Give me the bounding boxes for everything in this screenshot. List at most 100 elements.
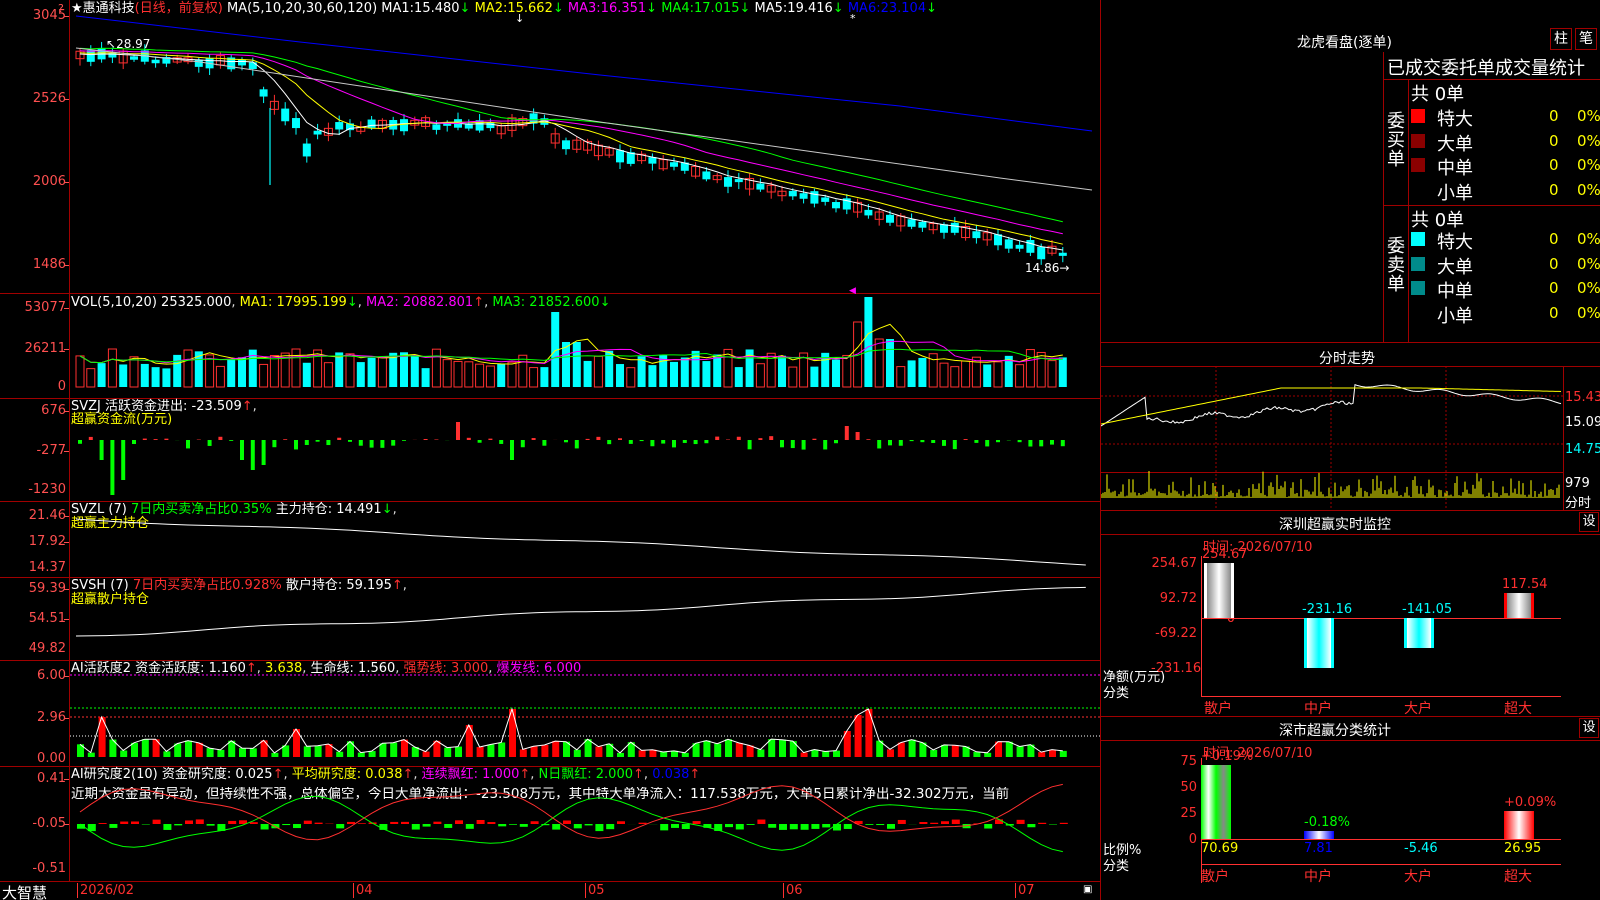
- activity-bar: [390, 742, 398, 757]
- monitor-bar[interactable]: [1404, 618, 1434, 649]
- class-bar[interactable]: [1304, 830, 1334, 839]
- monitor-category: 大户: [1404, 701, 1432, 717]
- volume-chart[interactable]: [0, 294, 1100, 399]
- research-bar: [789, 824, 798, 830]
- order-color-icon: [1411, 158, 1425, 172]
- svzj-chart[interactable]: [0, 399, 1100, 502]
- ma-line: [75, 47, 1093, 191]
- flow-bar: [650, 440, 655, 447]
- volume-panel[interactable]: 53077 26211 0 VOL(5,10,20) 25325.000, MA…: [0, 294, 1100, 399]
- tab-tick[interactable]: 笔: [1575, 28, 1597, 50]
- intraday-chart[interactable]: [1101, 366, 1563, 510]
- volume-bar: [431, 348, 441, 388]
- candle: [335, 122, 344, 130]
- high-price-mark: ↖28.97: [106, 37, 151, 51]
- lock-icon[interactable]: ▣: [1083, 884, 1092, 895]
- research-bar: [120, 821, 129, 824]
- order-row: 大单 0 0%: [1411, 253, 1600, 278]
- monitor-settings-button[interactable]: 设: [1579, 512, 1599, 532]
- flow-bar: [801, 440, 806, 450]
- monitor-bar[interactable]: [1504, 592, 1534, 618]
- class-settings-button[interactable]: 设: [1579, 718, 1599, 738]
- candle: [918, 221, 927, 228]
- research-bar: [725, 824, 733, 828]
- tab-bar-chart[interactable]: 柱: [1550, 28, 1572, 50]
- volume-bar: [993, 361, 1003, 388]
- research-bar: [98, 823, 107, 824]
- class-chart[interactable]: 75 50 25 0 比例% 分类 +0.19% 70.69 散户 -0.18% 7.81 中户 -5.…: [1101, 740, 1600, 900]
- activity-bar: [476, 747, 484, 757]
- class-axis-label: 75: [1180, 754, 1197, 769]
- activity-bar: [530, 746, 538, 757]
- flow-bar: [402, 440, 406, 441]
- activity-bar: [87, 752, 95, 757]
- flow-bar: [898, 440, 903, 446]
- activity-bar: [779, 739, 786, 757]
- svsh-chart[interactable]: [0, 578, 1100, 661]
- volume-bar: [269, 355, 279, 388]
- research-line: [79, 795, 1063, 853]
- price-panel[interactable]: 3045 2526 2006 1486 ? ★惠通科技(日线，前复权) MA(5…: [0, 0, 1100, 294]
- flow-bar: [661, 440, 666, 444]
- monitor-bar[interactable]: [1204, 563, 1234, 618]
- flow-bar: [520, 440, 525, 448]
- order-type: 小单: [1437, 305, 1473, 327]
- ai-activity-panel[interactable]: 6.00 2.96 0.00 AI活跃度2 资金活跃度: 1.160↑, 3.6…: [0, 661, 1100, 767]
- order-row: 特大 0 0%: [1411, 228, 1600, 253]
- candle: [886, 214, 894, 223]
- research-bar: [930, 822, 939, 824]
- monitor-chart[interactable]: 254.67 92.72 0 -69.22 -231.16 净额(万元) 分类 254.67 散…: [1101, 534, 1600, 717]
- flow-bar: [315, 440, 320, 442]
- class-title: 深市超赢分类统计: [1279, 723, 1391, 739]
- candlestick-chart[interactable]: ↓ * ◀: [0, 0, 1100, 294]
- ai-research-chart[interactable]: [0, 767, 1100, 882]
- svzl-panel[interactable]: 21.46 17.92 14.37 SVZL (7) 7日内买卖净占比0.35%…: [0, 502, 1100, 578]
- order-color-icon: [1411, 109, 1425, 123]
- svzj-panel[interactable]: 676 -277 -1230 SVZJ 活跃资金进出: -23.509↑, 超赢…: [0, 399, 1100, 502]
- activity-bar: [811, 749, 819, 757]
- flow-bar: [240, 440, 244, 460]
- flow-bar: [639, 440, 644, 442]
- svzl-chart[interactable]: [0, 502, 1100, 578]
- monitor-bar[interactable]: [1304, 618, 1334, 668]
- volume-bar: [400, 352, 408, 387]
- class-value-label: 70.69: [1201, 841, 1239, 856]
- research-bar: [919, 822, 928, 824]
- candle: [130, 56, 138, 60]
- research-bar: [671, 824, 679, 828]
- research-bar: [951, 819, 960, 824]
- low-price-mark: 14.86→: [1025, 261, 1070, 275]
- research-bar: [163, 824, 172, 830]
- candle: [799, 193, 808, 199]
- volume-bar: [173, 354, 182, 387]
- class-bar[interactable]: [1504, 810, 1534, 839]
- research-bar: [692, 821, 701, 824]
- research-bar: [779, 824, 787, 830]
- activity-bar: [498, 742, 506, 757]
- svsh-panel[interactable]: 59.39 54.51 49.82 SVSH (7) 7日内买卖净占比0.928…: [0, 578, 1100, 661]
- volume-bar: [119, 364, 128, 387]
- flow-bar: [618, 438, 622, 440]
- activity-bar: [681, 752, 689, 757]
- class-bar[interactable]: [1201, 765, 1231, 839]
- activity-bar: [1038, 752, 1046, 757]
- research-line: [79, 783, 1063, 841]
- volume-bar: [1047, 360, 1057, 388]
- candle: [1037, 246, 1046, 260]
- ai-activity-chart[interactable]: [0, 661, 1100, 767]
- flow-bar: [142, 438, 147, 440]
- research-bar: [152, 819, 161, 824]
- flow-bar: [1039, 440, 1044, 447]
- research-bar: [357, 823, 366, 824]
- volume-bar: [896, 366, 906, 388]
- ai-research-panel[interactable]: 0.41 -0.05 -0.51 AI研究度2(10) 资金研究度: 0.025…: [0, 767, 1100, 882]
- candle: [302, 143, 311, 157]
- flow-bar: [747, 440, 752, 450]
- volume-bar: [864, 297, 873, 387]
- volume-bar: [1058, 357, 1067, 387]
- research-bar: [833, 824, 841, 831]
- class-value-label: 26.95: [1504, 841, 1542, 856]
- flow-bar: [423, 438, 428, 440]
- volume-bar: [215, 365, 225, 388]
- volume-bar: [983, 364, 992, 387]
